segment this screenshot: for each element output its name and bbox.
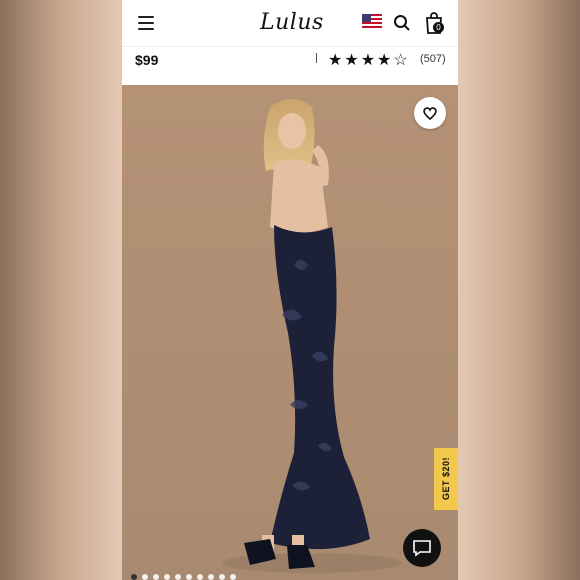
carousel-dot[interactable] [197,574,203,580]
site-header: Lulus 0 [122,0,458,47]
mobile-page: Lulus 0 $99 ★★★★☆ (507) GET $20! [122,0,458,580]
promo-label: GET $20! [441,457,451,501]
site-logo[interactable]: Lulus [260,10,324,35]
review-count[interactable]: (507) [420,53,446,65]
carousel-dot[interactable] [142,574,148,580]
wishlist-button[interactable] [414,97,446,129]
carousel-dot[interactable] [175,574,181,580]
star-rating[interactable]: ★★★★☆ [328,50,410,70]
carousel-dot[interactable] [208,574,214,580]
carousel-dot[interactable] [186,574,192,580]
carousel-dot[interactable] [131,574,137,580]
carousel-dots [131,574,236,580]
search-icon[interactable] [393,14,411,32]
chat-icon [413,540,431,557]
chat-button[interactable] [403,529,441,567]
heart-icon [423,107,437,121]
carousel-dot[interactable] [219,574,225,580]
carousel-dot[interactable] [230,574,236,580]
us-flag-icon[interactable] [362,14,382,28]
product-summary-bar: $99 ★★★★☆ (507) [122,47,458,85]
carousel-dot[interactable] [153,574,159,580]
promo-tab[interactable]: GET $20! [434,448,458,510]
carousel-dot[interactable] [164,574,170,580]
cart-count-badge: 0 [433,22,444,33]
product-price: $99 [135,52,159,68]
product-image[interactable] [122,85,458,580]
hamburger-icon[interactable] [138,16,154,30]
divider [316,53,317,63]
